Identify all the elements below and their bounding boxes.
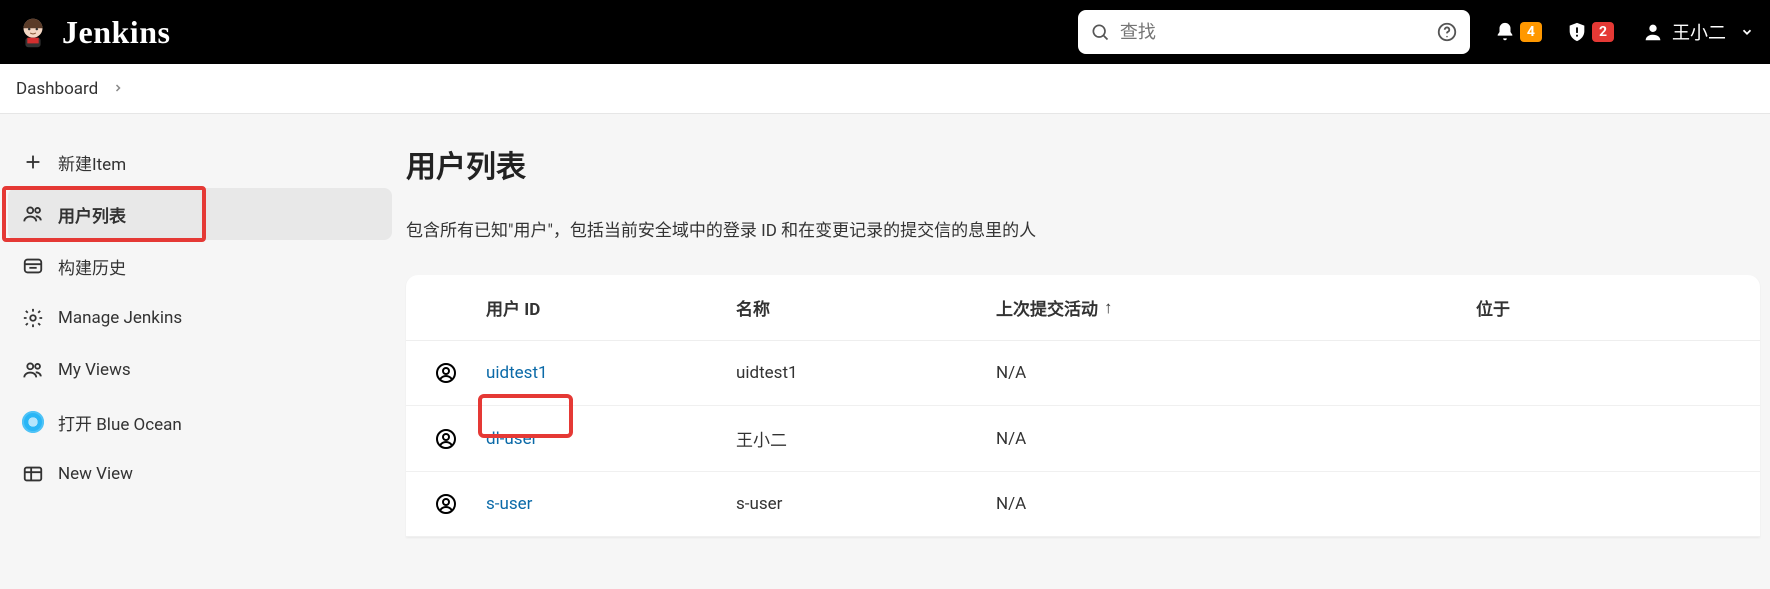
user-name-cell: 王小二 <box>736 406 996 472</box>
chevron-down-icon <box>1740 25 1754 39</box>
page-title: 用户列表 <box>406 142 1760 186</box>
table-header-row: 用户 ID 名称 上次提交活动 ↑ 位于 <box>406 275 1760 341</box>
username-label: 王小二 <box>1672 19 1726 45</box>
user-name-cell: s-user <box>736 472 996 537</box>
table-row: dl-user 王小二 N/A <box>406 406 1760 472</box>
views-icon <box>22 359 44 381</box>
users-table: 用户 ID 名称 上次提交活动 ↑ 位于 <box>406 275 1760 537</box>
person-icon <box>434 427 458 451</box>
search-input[interactable] <box>1120 22 1436 43</box>
users-icon <box>22 203 44 225</box>
gear-icon <box>22 307 44 329</box>
sidebar-item-blue-ocean[interactable]: 打开 Blue Ocean <box>8 396 392 448</box>
user-id-link[interactable]: dl-user <box>486 429 537 449</box>
page-description: 包含所有已知"用户"，包括当前安全域中的登录 ID 和在变更记录的提交信的息里的… <box>406 216 1760 241</box>
th-name[interactable]: 名称 <box>736 275 996 341</box>
user-id-link[interactable]: uidtest1 <box>486 363 548 383</box>
user-on-cell <box>1476 472 1760 537</box>
sidebar-item-label: 新建Item <box>58 150 126 175</box>
sort-asc-icon: ↑ <box>1104 298 1113 318</box>
blue-ocean-icon <box>22 411 44 433</box>
search-icon <box>1090 22 1110 42</box>
sidebar-item-manage[interactable]: Manage Jenkins <box>8 292 392 344</box>
person-icon <box>434 361 458 385</box>
th-on[interactable]: 位于 <box>1476 275 1760 341</box>
user-avatar-icon <box>1642 21 1664 43</box>
jenkins-logo-icon <box>14 13 52 51</box>
alerts-badge: 2 <box>1592 22 1614 42</box>
alerts-button[interactable]: 2 <box>1566 21 1614 43</box>
th-user-id[interactable]: 用户 ID <box>486 275 736 341</box>
main-content: 用户列表 包含所有已知"用户"，包括当前安全域中的登录 ID 和在变更记录的提交… <box>400 114 1770 537</box>
table-row: uidtest1 uidtest1 N/A <box>406 341 1760 406</box>
history-icon <box>22 255 44 277</box>
user-id-link[interactable]: s-user <box>486 494 532 514</box>
help-icon[interactable] <box>1436 21 1458 43</box>
bell-icon <box>1494 21 1516 43</box>
sidebar-item-label: New View <box>58 464 133 484</box>
shield-alert-icon <box>1566 21 1588 43</box>
sidebar-item-label: 用户列表 <box>58 202 126 227</box>
sidebar-item-label: 构建历史 <box>58 254 126 279</box>
chevron-right-icon <box>112 79 124 99</box>
sidebar-item-label: 打开 Blue Ocean <box>58 410 182 435</box>
jenkins-brand-text: Jenkins <box>62 14 170 51</box>
sidebar-item-new-view[interactable]: New View <box>8 448 392 500</box>
notifications-badge: 4 <box>1520 22 1542 42</box>
search-box[interactable] <box>1078 10 1470 54</box>
plus-icon <box>22 151 44 173</box>
person-icon <box>434 492 458 516</box>
breadcrumb-dashboard[interactable]: Dashboard <box>16 79 98 99</box>
user-activity-cell: N/A <box>996 406 1476 472</box>
sidebar-item-my-views[interactable]: My Views <box>8 344 392 396</box>
header-icons: 4 2 王小二 <box>1494 19 1754 45</box>
user-on-cell <box>1476 341 1760 406</box>
th-last-activity[interactable]: 上次提交活动 ↑ <box>996 275 1476 341</box>
sidebar-item-label: My Views <box>58 360 131 380</box>
user-activity-cell: N/A <box>996 472 1476 537</box>
notifications-button[interactable]: 4 <box>1494 21 1542 43</box>
breadcrumb: Dashboard <box>0 64 1770 114</box>
sidebar-item-build-history[interactable]: 构建历史 <box>8 240 392 292</box>
sidebar-item-label: Manage Jenkins <box>58 308 182 328</box>
user-menu[interactable]: 王小二 <box>1642 19 1754 45</box>
user-name-cell: uidtest1 <box>736 341 996 406</box>
user-activity-cell: N/A <box>996 341 1476 406</box>
table-row: s-user s-user N/A <box>406 472 1760 537</box>
jenkins-logo-link[interactable]: Jenkins <box>14 0 170 64</box>
sidebar: 新建Item 用户列表 构建历史 Manage Jenkins My Views… <box>0 114 400 537</box>
top-header: Jenkins 4 2 王小二 <box>0 0 1770 64</box>
new-view-icon <box>22 463 44 485</box>
user-on-cell <box>1476 406 1760 472</box>
sidebar-item-new[interactable]: 新建Item <box>8 136 392 188</box>
sidebar-item-users[interactable]: 用户列表 <box>8 188 392 240</box>
